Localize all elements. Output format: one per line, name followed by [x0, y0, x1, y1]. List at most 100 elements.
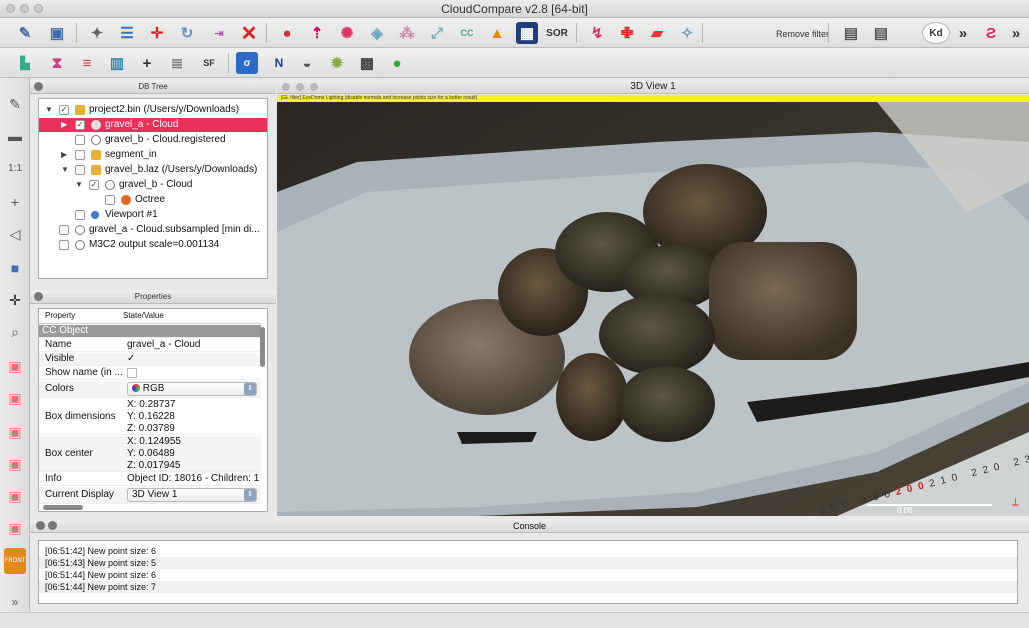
noise-icon[interactable]: ⁂: [396, 22, 418, 44]
expand-arrow-icon[interactable]: ▼: [75, 178, 83, 192]
visibility-checkbox[interactable]: ✓: [59, 105, 69, 115]
list-icon[interactable]: ☰: [116, 22, 138, 44]
camera-icon[interactable]: ▬: [5, 126, 25, 146]
raster-icon[interactable]: ▩: [356, 52, 378, 74]
crosshair-icon[interactable]: +: [5, 192, 25, 212]
merge-icon[interactable]: ⇥: [208, 22, 230, 44]
zoom-window-button[interactable]: [34, 4, 43, 13]
sf-list-icon[interactable]: ≣: [166, 52, 188, 74]
more-plugins-icon[interactable]: »: [1005, 22, 1027, 44]
view-bottom-icon[interactable]: ▣: [5, 518, 25, 538]
visibility-checkbox[interactable]: [75, 165, 85, 175]
qs-plugin-icon[interactable]: Ƨ: [980, 22, 1002, 44]
front-view-button[interactable]: FRONT: [4, 548, 26, 574]
tree-item-octree[interactable]: Octree: [39, 193, 267, 207]
cube-view-icon[interactable]: ■: [5, 258, 25, 278]
sample-icon[interactable]: ◈: [366, 22, 388, 44]
tree-item-gravel-b-registered[interactable]: gravel_b - Cloud.registered: [39, 133, 267, 147]
tree-item-project[interactable]: ▼ ✓ project2.bin (/Users/y/Downloads): [39, 103, 267, 117]
minimize-window-button[interactable]: [20, 4, 29, 13]
view-back-icon[interactable]: ▣: [5, 454, 25, 474]
console-close-icon[interactable]: [36, 521, 45, 530]
compute-sf-icon[interactable]: σ: [236, 52, 258, 74]
close-window-button[interactable]: [6, 4, 15, 13]
mesh-icon[interactable]: ▲: [486, 22, 508, 44]
more-tools-icon[interactable]: »: [952, 22, 974, 44]
tree-item-gravel-a[interactable]: ▶ ✓ gravel_a - Cloud: [39, 118, 267, 132]
3d-viewport[interactable]: 150 190200210 220 230 240 250 0.06 ⟂: [277, 102, 1029, 516]
pick-point-icon[interactable]: ↯: [586, 22, 608, 44]
visibility-checkbox[interactable]: ✓: [75, 120, 85, 130]
expand-toolbar-icon[interactable]: »: [5, 592, 25, 612]
view-zoom-button[interactable]: [310, 83, 318, 91]
fit-icon[interactable]: ⤢: [426, 22, 448, 44]
collapse-arrow-icon[interactable]: ▶: [61, 118, 67, 132]
expand-arrow-icon[interactable]: ▼: [61, 163, 69, 177]
ball-icon[interactable]: ●: [386, 52, 408, 74]
view-top-icon[interactable]: ▣: [5, 356, 25, 376]
gear-tool-icon[interactable]: ✦: [86, 22, 108, 44]
sf-arith-icon[interactable]: ▥: [106, 52, 128, 74]
properties-hscrollbar[interactable]: [43, 505, 83, 510]
grid-icon[interactable]: ▦: [516, 22, 538, 44]
tree-item-m3c2-output[interactable]: M3C2 output scale=0.001134: [39, 238, 267, 252]
visibility-checkbox[interactable]: [59, 225, 69, 235]
normal-vector-icon[interactable]: N: [268, 52, 290, 74]
kd-tree-icon[interactable]: Kd: [922, 22, 950, 44]
view-right-icon[interactable]: ▣: [5, 486, 25, 506]
tree-item-gravel-a-subsampled[interactable]: gravel_a - Cloud.subsampled [min di...: [39, 223, 267, 237]
current-display-combobox[interactable]: 3D View 1 ⇕: [127, 488, 257, 502]
label-icon[interactable]: ✧: [676, 22, 698, 44]
surface-icon[interactable]: ◒: [296, 52, 318, 74]
tree-item-segment-in[interactable]: ▶ segment_in: [39, 148, 267, 162]
save-icon[interactable]: ▣: [46, 22, 68, 44]
show-name-checkbox[interactable]: [127, 368, 137, 378]
zoom-icon[interactable]: ⌕: [5, 322, 25, 342]
dbtree-close-icon[interactable]: [34, 82, 43, 91]
tree-item-gravel-b-cloud[interactable]: ▼ ✓ gravel_b - Cloud: [39, 178, 267, 192]
colors-combobox[interactable]: RGB ⇕: [127, 382, 257, 396]
plugin-a-icon[interactable]: ▤: [840, 22, 862, 44]
normals-icon[interactable]: ⇡: [306, 22, 328, 44]
view-left-icon[interactable]: ▣: [5, 422, 25, 442]
visibility-checkbox[interactable]: [75, 150, 85, 160]
perspective-icon[interactable]: ◁: [5, 224, 25, 244]
view-close-button[interactable]: [282, 83, 290, 91]
tree-item-viewport[interactable]: Viewport #1: [39, 208, 267, 222]
point-list-icon[interactable]: ✙: [616, 22, 638, 44]
sor-icon[interactable]: SOR: [546, 22, 568, 44]
add-sf-icon[interactable]: +: [136, 52, 158, 74]
visibility-checkbox[interactable]: [59, 240, 69, 250]
tree-item-gravel-b-laz[interactable]: ▼ gravel_b.laz (/Users/y/Downloads): [39, 163, 267, 177]
visibility-checkbox[interactable]: [75, 135, 85, 145]
expand-arrow-icon[interactable]: ▼: [45, 103, 53, 117]
view-minimize-button[interactable]: [296, 83, 304, 91]
visibility-checkbox[interactable]: [105, 195, 115, 205]
scale-icon[interactable]: 1:1: [5, 158, 25, 178]
pivot-icon[interactable]: ✛: [5, 290, 25, 310]
clipping-box-icon[interactable]: ▰: [646, 22, 668, 44]
sf-gradient-icon[interactable]: ⧗: [46, 52, 68, 74]
delete-icon[interactable]: ✕: [238, 22, 260, 45]
rotate-icon[interactable]: ↻: [176, 22, 198, 44]
filter-icon[interactable]: ✺: [336, 22, 358, 44]
collapse-arrow-icon[interactable]: ▶: [61, 148, 67, 162]
view-front-icon[interactable]: ▣: [5, 388, 25, 408]
m3c2-icon[interactable]: ✹: [326, 52, 348, 74]
histogram-icon[interactable]: ▙: [14, 52, 36, 74]
pencil-icon[interactable]: ✎: [5, 94, 25, 114]
visibility-checkbox[interactable]: ✓: [89, 180, 99, 190]
translate-icon[interactable]: ✛: [146, 22, 168, 44]
plugin-b-icon[interactable]: ▤: [870, 22, 892, 44]
color-tool-icon[interactable]: ●: [276, 22, 298, 44]
sf-icon[interactable]: SF: [198, 52, 220, 74]
cloud-compare-icon[interactable]: CC: [456, 22, 478, 44]
sf-filter-icon[interactable]: ≡: [76, 52, 98, 74]
properties-close-icon[interactable]: [34, 292, 43, 301]
console-float-icon[interactable]: [48, 521, 57, 530]
visibility-checkbox[interactable]: [75, 210, 85, 220]
remove-filter-button[interactable]: Remove filter: [770, 25, 835, 42]
visible-checkbox[interactable]: ✓: [127, 353, 135, 364]
name-value[interactable]: gravel_a - Cloud: [127, 339, 200, 350]
open-file-icon[interactable]: ✎: [14, 22, 36, 44]
